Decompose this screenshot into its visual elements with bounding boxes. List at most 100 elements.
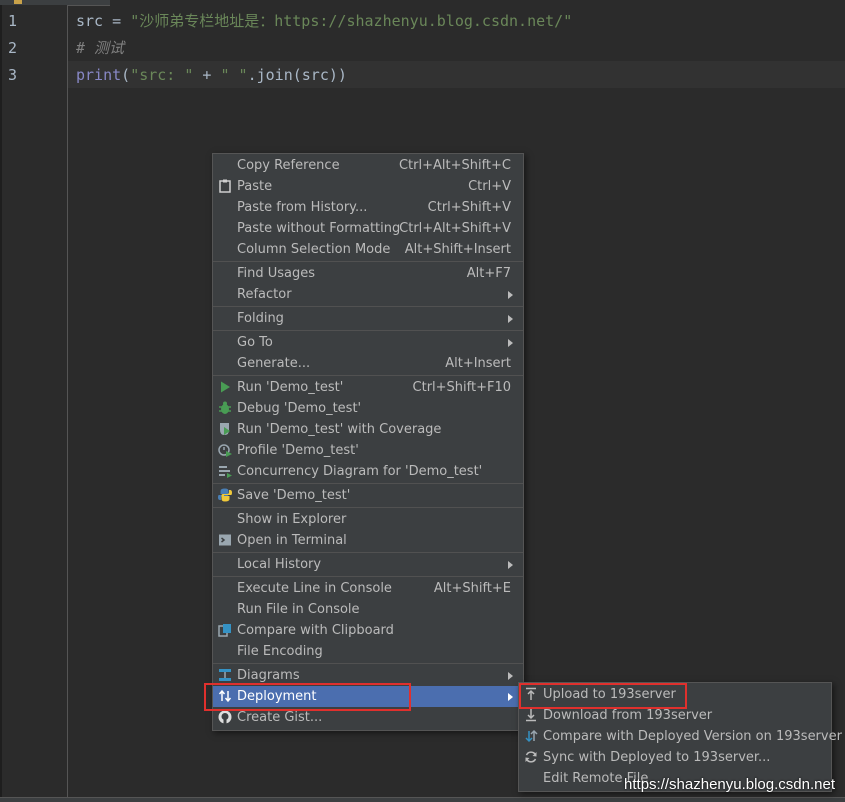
- code-line-3[interactable]: print("src: " + " ".join(src)): [76, 62, 347, 89]
- menu-item-label: Local History: [237, 557, 322, 572]
- gutter-edge: [0, 5, 2, 797]
- code-string: "沙师弟专栏地址是：https://shazhenyu.blog.csdn.ne…: [130, 12, 573, 30]
- menu-item-label: Run 'Demo_test': [237, 380, 344, 395]
- submenu-arrow-icon: [508, 315, 513, 323]
- menu-item-label: Generate...: [237, 356, 311, 371]
- menu-item-shortcut: Alt+Insert: [445, 356, 511, 371]
- menu-item-execute-line-console[interactable]: Execute Line in Console Alt+Shift+E: [213, 578, 523, 599]
- menu-separator: [213, 306, 523, 307]
- compare-deployed-icon: [525, 729, 538, 743]
- menu-item-label: Find Usages: [237, 266, 316, 281]
- menu-item-paste[interactable]: Paste Ctrl+V: [213, 176, 523, 197]
- menu-item-generate[interactable]: Generate... Alt+Insert: [213, 353, 523, 374]
- submenu-arrow-icon: [508, 339, 513, 347]
- code-comment: # 测试: [76, 39, 125, 57]
- menu-item-shortcut: Ctrl+Shift+F10: [412, 380, 511, 395]
- menu-item-label: Profile 'Demo_test': [237, 443, 359, 458]
- menu-item-shortcut: Ctrl+Alt+Shift+V: [399, 221, 511, 236]
- menu-item-run-file-console[interactable]: Run File in Console: [213, 599, 523, 620]
- sync-icon: [525, 751, 537, 763]
- menu-item-shortcut: Ctrl+V: [468, 179, 511, 194]
- menu-item-label: Concurrency Diagram for 'Demo_test': [237, 464, 483, 479]
- menu-item-paste-without-formatting[interactable]: Paste without Formatting Ctrl+Alt+Shift+V: [213, 218, 523, 239]
- menu-item-file-encoding[interactable]: File Encoding: [213, 641, 523, 662]
- github-icon: [218, 710, 232, 724]
- menu-item-create-gist[interactable]: Create Gist...: [213, 707, 523, 728]
- code-var: src =: [76, 12, 131, 30]
- code-line-1[interactable]: src = "沙师弟专栏地址是：https://shazhenyu.blog.c…: [76, 8, 572, 35]
- menu-item-label: Execute Line in Console: [237, 581, 392, 596]
- menu-item-label: Folding: [237, 311, 284, 326]
- menu-item-shortcut: Ctrl+Alt+Shift+C: [398, 158, 511, 173]
- menu-item-upload-to-server[interactable]: Upload to 193server: [519, 684, 831, 705]
- code-call: .join(src)): [247, 66, 347, 84]
- menu-item-label: Go To: [237, 335, 273, 350]
- menu-item-deployment[interactable]: Deployment: [213, 686, 523, 707]
- menu-item-local-history[interactable]: Local History: [213, 554, 523, 575]
- menu-item-label: Compare with Deployed Version on 193serv…: [543, 729, 842, 744]
- download-icon: [526, 709, 536, 722]
- menu-item-compare-clipboard[interactable]: Compare with Clipboard: [213, 620, 523, 641]
- editor-context-menu: Copy Reference Ctrl+Alt+Shift+C Paste Ctrl…: [212, 153, 524, 731]
- menu-item-label: Open in Terminal: [237, 533, 347, 548]
- menu-item-folding[interactable]: Folding: [213, 308, 523, 329]
- menu-item-go-to[interactable]: Go To: [213, 332, 523, 353]
- clipboard-icon: [219, 179, 231, 193]
- line-number: 2: [8, 39, 18, 57]
- menu-separator: [213, 552, 523, 553]
- status-strip: [0, 797, 845, 802]
- upload-icon: [526, 687, 536, 700]
- coverage-icon: [220, 423, 230, 435]
- watermark: https://shazhenyu.blog.csdn.net: [624, 776, 835, 793]
- line-number: 1: [8, 12, 18, 30]
- submenu-arrow-icon: [508, 561, 513, 569]
- diagram-icon: [219, 669, 231, 681]
- menu-item-label: Paste: [237, 179, 273, 194]
- menu-item-label: Paste without Formatting: [237, 221, 401, 236]
- code-builtin: print: [76, 66, 122, 84]
- menu-separator: [213, 261, 523, 262]
- menu-item-run[interactable]: Run 'Demo_test' Ctrl+Shift+F10: [213, 377, 523, 398]
- menu-item-run-coverage[interactable]: Run 'Demo_test' with Coverage: [213, 419, 523, 440]
- menu-item-open-in-terminal[interactable]: Open in Terminal: [213, 530, 523, 551]
- menu-item-label: Upload to 193server: [543, 687, 676, 702]
- deployment-icon: [218, 689, 232, 703]
- menu-item-save[interactable]: Save 'Demo_test': [213, 485, 523, 506]
- menu-item-paste-history[interactable]: Paste from History... Ctrl+Shift+V: [213, 197, 523, 218]
- menu-item-label: Column Selection Mode: [237, 242, 391, 257]
- python-icon: [218, 488, 232, 502]
- menu-item-label: Run File in Console: [237, 602, 360, 617]
- menu-item-debug[interactable]: Debug 'Demo_test': [213, 398, 523, 419]
- menu-item-download-from-server[interactable]: Download from 193server: [519, 705, 831, 726]
- menu-item-label: Run 'Demo_test' with Coverage: [237, 422, 442, 437]
- menu-item-diagrams[interactable]: Diagrams: [213, 665, 523, 686]
- menu-item-sync-deployed[interactable]: Sync with Deployed to 193server...: [519, 747, 831, 768]
- code-paren: (: [121, 66, 131, 84]
- menu-item-show-in-explorer[interactable]: Show in Explorer: [213, 509, 523, 530]
- menu-item-label: Copy Reference: [237, 158, 340, 173]
- menu-item-label: Diagrams: [237, 668, 300, 683]
- line-number: 3: [8, 66, 18, 84]
- code-line-2[interactable]: # 测试: [76, 35, 124, 62]
- menu-item-label: File Encoding: [237, 644, 323, 659]
- menu-item-shortcut: Alt+Shift+Insert: [404, 242, 511, 257]
- menu-item-copy-reference[interactable]: Copy Reference Ctrl+Alt+Shift+C: [213, 155, 523, 176]
- terminal-icon: [219, 534, 231, 546]
- menu-item-compare-deployed[interactable]: Compare with Deployed Version on 193serv…: [519, 726, 842, 747]
- menu-item-find-usages[interactable]: Find Usages Alt+F7: [213, 263, 523, 284]
- menu-separator: [213, 483, 523, 484]
- code-string: "src: ": [130, 66, 194, 84]
- menu-item-label: Debug 'Demo_test': [237, 401, 362, 416]
- code-operator: +: [193, 66, 221, 84]
- line-number-gutter: [0, 5, 68, 797]
- menu-separator: [213, 375, 523, 376]
- menu-item-shortcut: Alt+F7: [466, 266, 511, 281]
- menu-item-profile[interactable]: Profile 'Demo_test': [213, 440, 523, 461]
- file-tab-icon: [14, 0, 22, 4]
- menu-item-column-selection[interactable]: Column Selection Mode Alt+Shift+Insert: [213, 239, 523, 260]
- menu-item-concurrency-diagram[interactable]: Concurrency Diagram for 'Demo_test': [213, 461, 523, 482]
- menu-item-refactor[interactable]: Refactor: [213, 284, 523, 305]
- menu-separator: [213, 663, 523, 664]
- menu-separator: [213, 330, 523, 331]
- menu-item-shortcut: Ctrl+Shift+V: [427, 200, 511, 215]
